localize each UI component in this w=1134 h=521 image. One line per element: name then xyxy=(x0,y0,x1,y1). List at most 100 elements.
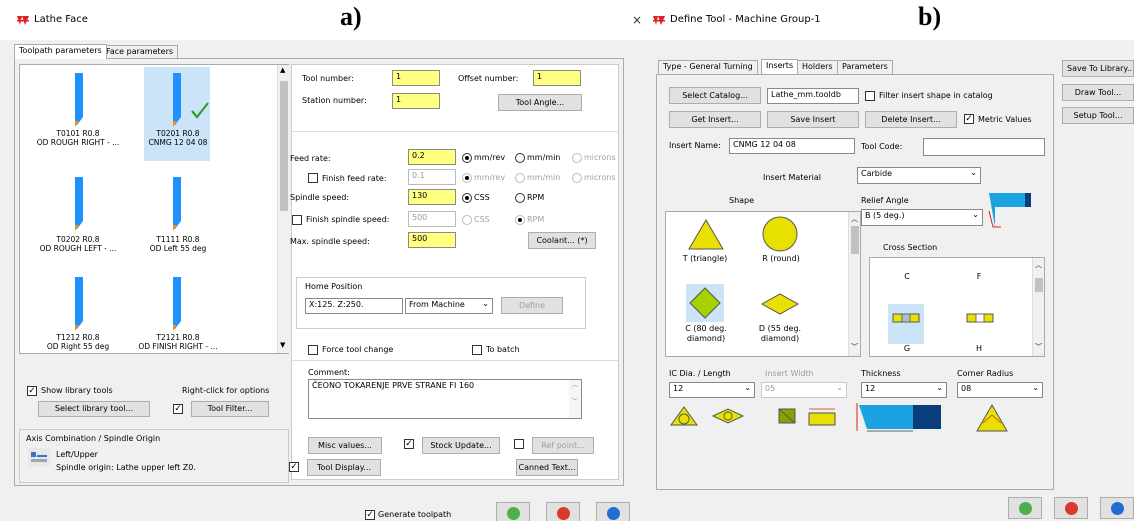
relief-angle-dropdown[interactable]: B (5 deg.) ⌄ xyxy=(861,209,983,226)
diamond-80-insert-icon[interactable] xyxy=(688,286,722,320)
metric-values-checkbox[interactable]: ✓ xyxy=(964,114,974,124)
tool-filter-checkbox[interactable]: ✓ xyxy=(173,404,183,414)
tab-inserts[interactable]: Inserts xyxy=(761,59,799,74)
tab-parameters[interactable]: Parameters xyxy=(837,60,893,74)
microns-label: microns xyxy=(584,153,616,162)
to-batch-checkbox[interactable] xyxy=(472,345,482,355)
ref-point-button[interactable]: Ref point... xyxy=(532,437,594,454)
ok-button[interactable] xyxy=(496,502,530,521)
misc-values-button[interactable]: Misc values... xyxy=(308,437,382,454)
spindle-speed-field[interactable]: 130 xyxy=(408,189,456,205)
css-radio[interactable] xyxy=(462,193,472,203)
thickness-dropdown[interactable]: 12 ⌄ xyxy=(861,382,947,398)
chevron-down-icon: ⌄ xyxy=(744,383,751,392)
shape-list[interactable]: T (triangle) R (round) C (80 deg. diamon… xyxy=(665,211,861,357)
scroll-thumb[interactable] xyxy=(851,226,859,254)
finish-spindle-field[interactable]: 500 xyxy=(408,211,456,227)
cancel-button[interactable] xyxy=(546,502,580,521)
save-insert-button[interactable]: Save Insert xyxy=(767,111,859,128)
cross-section-list[interactable]: C F G H ︿ ﹀ xyxy=(869,257,1045,357)
corner-radius-dropdown[interactable]: 08 ⌄ xyxy=(957,382,1043,398)
ref-point-checkbox[interactable] xyxy=(514,439,524,449)
select-library-tool-button[interactable]: Select library tool... xyxy=(38,401,150,417)
finish-rpm-radio[interactable] xyxy=(515,215,525,225)
force-tool-change-checkbox[interactable] xyxy=(308,345,318,355)
comment-scrollbar[interactable]: ︿ ﹀ xyxy=(569,380,581,418)
help-icon xyxy=(607,507,620,520)
comment-field[interactable]: ČEONO TOKARENJE PRVE STRANE FI 160 ︿ ﹀ xyxy=(308,379,582,419)
finish-css-radio[interactable] xyxy=(462,215,472,225)
tool-filter-button[interactable]: Tool Filter... xyxy=(191,401,269,417)
stock-update-checkbox[interactable]: ✓ xyxy=(404,439,414,449)
help-button[interactable] xyxy=(596,502,630,521)
scroll-up-icon[interactable]: ▲ xyxy=(280,66,285,74)
feed-rate-field[interactable]: 0.2 xyxy=(408,149,456,165)
tab-toolpath-parameters[interactable]: Toolpath parameters xyxy=(14,44,107,59)
tab-holders[interactable]: Holders xyxy=(797,60,838,74)
draw-tool-button[interactable]: Draw Tool... xyxy=(1062,84,1134,101)
save-to-library-button[interactable]: Save To Library... xyxy=(1062,60,1134,77)
finish-feed-checkbox[interactable] xyxy=(308,173,318,183)
inserts-panel: Select Catalog... Lathe_mm.tooldb Filter… xyxy=(656,74,1054,490)
round-insert-icon[interactable] xyxy=(760,214,800,254)
finish-mmrev-radio[interactable] xyxy=(462,173,472,183)
tab-face-parameters[interactable]: Face parameters xyxy=(101,45,179,59)
scroll-down-icon[interactable]: ▼ xyxy=(280,341,285,349)
insert-material-dropdown[interactable]: Carbide ⌄ xyxy=(857,167,981,184)
shape-scrollbar[interactable]: ︿ ﹀ xyxy=(848,212,860,356)
scroll-thumb[interactable] xyxy=(280,81,288,211)
tool-list-scrollbar[interactable]: ▲ ▼ xyxy=(277,65,289,353)
finish-spindle-checkbox[interactable] xyxy=(292,215,302,225)
tool-code-field[interactable] xyxy=(923,138,1045,156)
tool-list[interactable]: T0101 R0.8 OD ROUGH RIGHT - ... T0201 R0.… xyxy=(19,64,289,354)
offset-number-field[interactable]: 1 xyxy=(533,70,581,86)
home-position-field[interactable]: X:125. Z:250. xyxy=(305,298,403,314)
microns-radio[interactable] xyxy=(572,153,582,163)
triangle-insert-icon[interactable] xyxy=(686,218,726,252)
setup-tool-button[interactable]: Setup Tool... xyxy=(1062,107,1134,124)
diamond-55-insert-icon[interactable] xyxy=(760,292,800,316)
tab-type-general-turning[interactable]: Type - General Turning xyxy=(658,60,758,74)
show-library-tools-checkbox[interactable]: ✓ xyxy=(27,386,37,396)
ic-dia-dropdown[interactable]: 12 ⌄ xyxy=(669,382,755,398)
cross-section-h-icon[interactable] xyxy=(966,312,994,324)
tool-angle-button[interactable]: Tool Angle... xyxy=(498,94,582,111)
define-button[interactable]: Define xyxy=(501,297,563,314)
delete-insert-button[interactable]: Delete Insert... xyxy=(865,111,957,128)
coolant-button[interactable]: Coolant... (*) xyxy=(528,232,596,249)
stock-update-button[interactable]: Stock Update... xyxy=(422,437,500,454)
shape-label-r: R (round) xyxy=(762,254,800,263)
cancel-icon xyxy=(1065,502,1078,515)
station-number-field[interactable]: 1 xyxy=(392,93,440,109)
finish-mmmin-radio[interactable] xyxy=(515,173,525,183)
finish-microns-radio[interactable] xyxy=(572,173,582,183)
mmmin-radio[interactable] xyxy=(515,153,525,163)
insert-width-value: 05 xyxy=(765,384,776,393)
get-insert-button[interactable]: Get Insert... xyxy=(669,111,761,128)
tool-display-checkbox[interactable]: ✓ xyxy=(289,462,299,472)
cross-section-scrollbar[interactable]: ︿ ﹀ xyxy=(1032,258,1044,356)
cross-section-g-icon[interactable] xyxy=(892,312,920,324)
canned-text-button[interactable]: Canned Text... xyxy=(516,459,578,476)
ok-button[interactable] xyxy=(1008,497,1042,519)
from-machine-value: From Machine xyxy=(409,300,465,309)
rpm-radio[interactable] xyxy=(515,193,525,203)
finish-feed-field[interactable]: 0.1 xyxy=(408,169,456,185)
cancel-button[interactable] xyxy=(1054,497,1088,519)
max-spindle-field[interactable]: 500 xyxy=(408,232,456,248)
axis-origin-icon xyxy=(28,448,50,466)
tool-display-button[interactable]: Tool Display... xyxy=(307,459,381,476)
select-catalog-button[interactable]: Select Catalog... xyxy=(669,87,761,104)
filter-insert-checkbox[interactable] xyxy=(865,91,875,101)
help-button[interactable] xyxy=(1100,497,1134,519)
mastercam-icon xyxy=(653,16,665,25)
tool-number-field[interactable]: 1 xyxy=(392,70,440,86)
generate-toolpath-checkbox[interactable]: ✓ xyxy=(365,510,375,520)
insert-width-dropdown[interactable]: 05 ⌄ xyxy=(761,382,847,398)
mmrev-radio[interactable] xyxy=(462,153,472,163)
from-machine-dropdown[interactable]: From Machine ⌄ xyxy=(405,298,493,314)
insert-name-field[interactable]: CNMG 12 04 08 xyxy=(729,138,855,154)
close-icon[interactable]: × xyxy=(632,13,642,27)
catalog-file-field[interactable]: Lathe_mm.tooldb xyxy=(767,88,859,104)
scroll-thumb[interactable] xyxy=(1035,278,1043,292)
